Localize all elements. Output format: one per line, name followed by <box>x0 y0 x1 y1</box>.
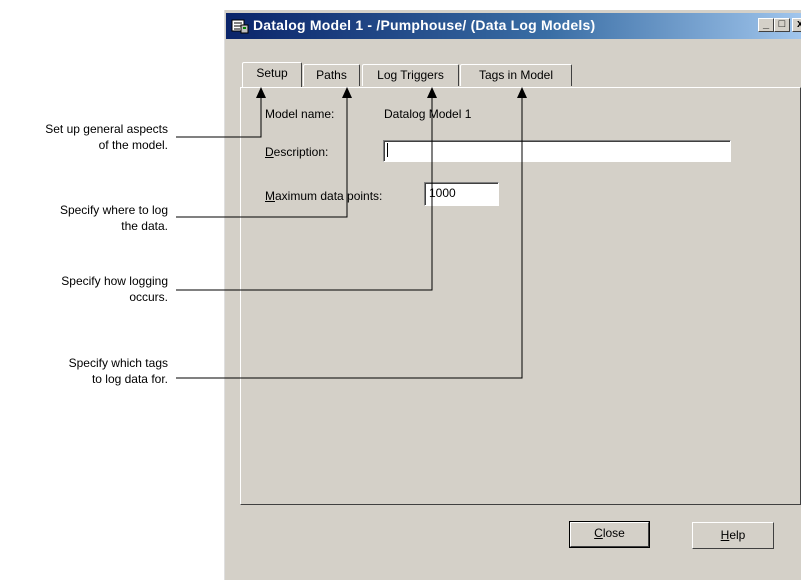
callout-tags-line2: to log data for. <box>91 372 168 386</box>
callout-tags-line1: Specify which tags <box>68 356 168 370</box>
tab-tags-in-model[interactable]: Tags in Model <box>460 64 572 86</box>
close-mnemonic: C <box>594 526 603 540</box>
window-title: Datalog Model 1 - /Pumphouse/ (Data Log … <box>253 17 596 33</box>
tab-log-triggers[interactable]: Log Triggers <box>362 64 459 86</box>
minimize-button[interactable]: _ <box>758 18 774 32</box>
datalog-model-icon <box>231 19 249 34</box>
max-points-mnemonic: M <box>265 189 275 203</box>
tab-setup-label: Setup <box>256 66 288 80</box>
max-data-points-label: Maximum data points: <box>265 189 382 203</box>
title-bar[interactable]: Datalog Model 1 - /Pumphouse/ (Data Log … <box>226 13 801 39</box>
description-input[interactable] <box>383 140 731 162</box>
callout-paths: Specify where to log the data. <box>0 202 168 234</box>
tab-paths[interactable]: Paths <box>303 64 360 86</box>
callout-setup-line1: Set up general aspects <box>45 122 168 136</box>
close-window-button[interactable]: x <box>792 18 801 32</box>
max-points-label-text: aximum data points: <box>275 189 383 203</box>
model-name-label: Model name: <box>265 107 335 121</box>
tab-tags-in-model-label: Tags in Model <box>478 68 554 82</box>
callout-setup: Set up general aspects of the model. <box>0 121 168 153</box>
maximize-button[interactable]: □ <box>774 18 790 32</box>
text-caret <box>387 143 388 157</box>
callout-tags-in-model: Specify which tags to log data for. <box>0 355 168 387</box>
help-button[interactable]: Help <box>692 522 774 549</box>
description-mnemonic: D <box>265 145 274 159</box>
model-name-value: Datalog Model 1 <box>384 107 472 121</box>
help-label-text: elp <box>729 528 746 542</box>
tab-setup[interactable]: Setup <box>242 62 302 87</box>
callout-paths-line1: Specify where to log <box>59 203 168 217</box>
close-label-text: lose <box>602 526 625 540</box>
description-label-text: escription: <box>273 145 329 159</box>
callout-paths-line2: the data. <box>121 219 168 233</box>
max-data-points-value: 1000 <box>429 186 456 200</box>
max-data-points-input[interactable]: 1000 <box>424 182 499 206</box>
description-label: Description: <box>265 145 328 159</box>
help-button-label: Help <box>721 528 746 542</box>
callout-log-triggers: Specify how logging occurs. <box>0 273 168 305</box>
callout-setup-line2: of the model. <box>98 138 168 152</box>
callout-log-triggers-line2: occurs. <box>129 290 168 304</box>
callout-log-triggers-line1: Specify how logging <box>61 274 168 288</box>
tab-log-triggers-label: Log Triggers <box>377 68 444 82</box>
close-button-label: Close <box>594 526 625 540</box>
close-button[interactable]: Close <box>569 521 650 548</box>
tab-paths-label: Paths <box>316 68 347 82</box>
